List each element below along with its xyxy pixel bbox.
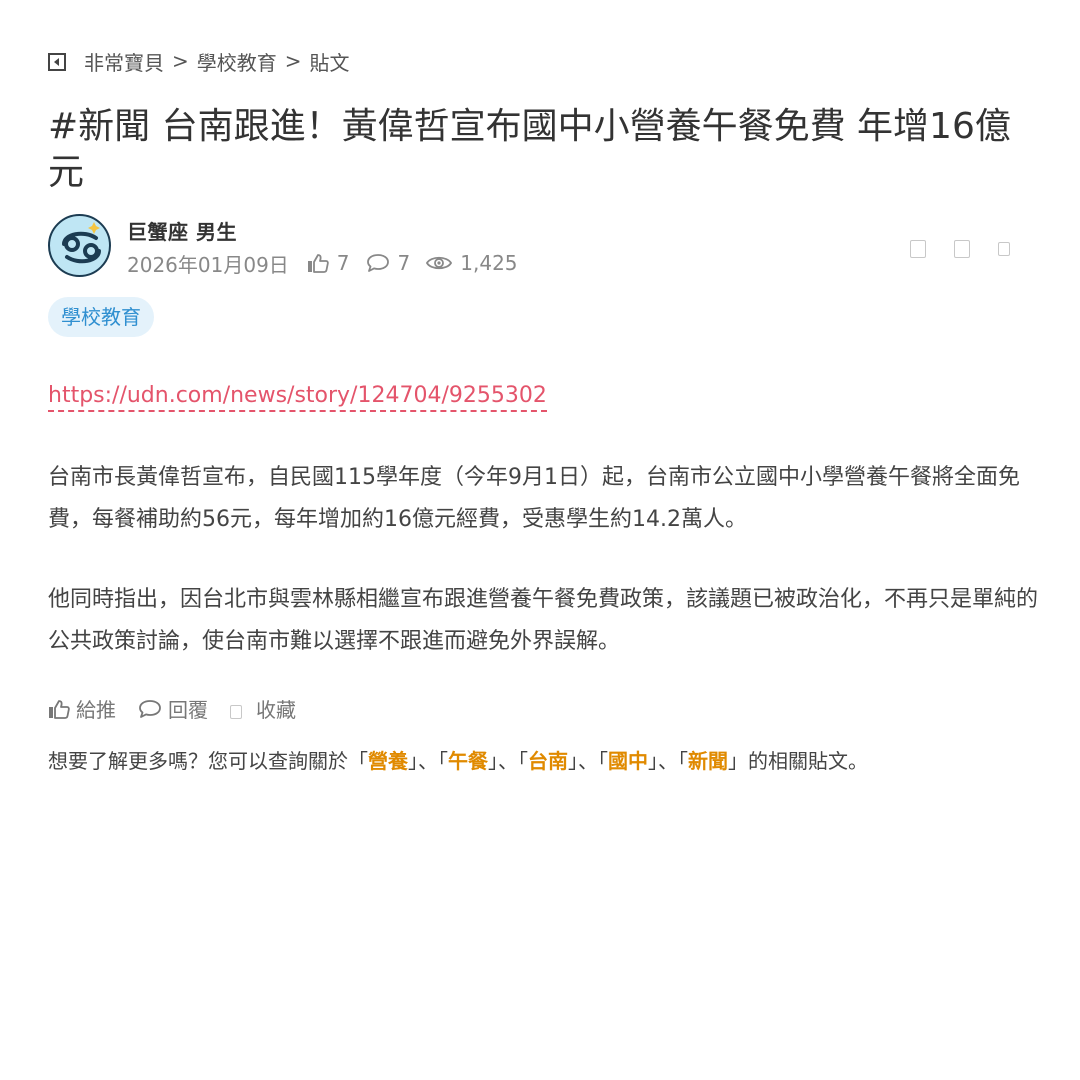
cancer-zodiac-icon: [62, 222, 101, 264]
speech-bubble-icon: [139, 699, 161, 718]
reply-button-label: 回覆: [168, 698, 208, 722]
view-count-value: 1,425: [460, 251, 518, 275]
post-date: 2026年01月09日: [127, 252, 289, 277]
related-prefix: 想要了解更多嗎？您可以查詢關於「: [48, 749, 368, 773]
like-count-value: 7: [336, 251, 350, 275]
related-separator: 」、「: [488, 749, 528, 773]
comment-count: 7: [366, 251, 411, 275]
like-count: 7: [307, 251, 350, 275]
breadcrumb-item-home[interactable]: 非常寶貝: [84, 47, 164, 76]
related-suffix: 」的相關貼文。: [728, 749, 868, 773]
breadcrumb-item-category[interactable]: 學校教育: [197, 47, 277, 76]
keyword-link[interactable]: 台南: [528, 749, 568, 773]
keyword-link[interactable]: 午餐: [448, 749, 488, 773]
related-separator: 」、「: [568, 749, 608, 773]
view-count: 1,425: [426, 251, 518, 275]
breadcrumb: 非常寶貝 > 學校教育 > 貼文: [48, 46, 350, 76]
post-meta: 2026年01月09日 7 7 1,425: [127, 250, 534, 277]
speech-bubble-icon: [366, 254, 389, 272]
back-square-icon[interactable]: [48, 52, 66, 71]
keyword-link[interactable]: 新聞: [688, 749, 728, 773]
news-link[interactable]: https://udn.com/news/story/124704/925530…: [48, 382, 547, 412]
thumbs-up-icon: [49, 699, 70, 719]
related-keywords: 想要了解更多嗎？您可以查詢關於「營養」、「午餐」、「台南」、「國中」、「新聞」的…: [48, 745, 868, 774]
breadcrumb-separator: >: [284, 49, 302, 73]
post-title: #新聞 台南跟進！黃偉哲宣布國中小營養午餐免費 年增16億元: [48, 106, 1011, 193]
more-icon[interactable]: [998, 242, 1010, 256]
share-icon[interactable]: [910, 240, 926, 258]
related-separator: 」、「: [648, 749, 688, 773]
avatar[interactable]: [48, 214, 111, 277]
post-paragraph: 台南市長黃偉哲宣布，自民國115學年度（今年9月1日）起，台南市公立國中小學營養…: [48, 465, 1020, 532]
breadcrumb-item-current: 貼文: [309, 50, 350, 75]
like-button-label: 給推: [76, 698, 116, 722]
related-separator: 」、「: [408, 749, 448, 773]
comment-count-value: 7: [397, 251, 411, 275]
post-paragraph: 他同時指出，因台北市與雲林縣相繼宣布跟進營養午餐免費政策，該議題已被政治化，不再…: [48, 587, 1039, 654]
bookmark-icon[interactable]: [954, 240, 970, 258]
save-button-label: 收藏: [256, 698, 296, 722]
post-toolbar: [910, 240, 1010, 258]
save-button[interactable]: 收藏: [230, 694, 296, 723]
category-tag[interactable]: 學校教育: [48, 297, 154, 337]
reply-button[interactable]: 回覆: [138, 694, 208, 723]
breadcrumb-separator: >: [172, 49, 189, 73]
like-button[interactable]: 給推: [48, 694, 116, 723]
bookmark-icon: [230, 704, 242, 719]
author-name[interactable]: 巨蟹座 男生: [127, 216, 237, 245]
thumbs-up-icon: [307, 254, 329, 273]
eye-icon: [426, 256, 453, 270]
keyword-link[interactable]: 國中: [608, 749, 648, 773]
keyword-link[interactable]: 營養: [368, 749, 408, 773]
post-actions: 給推 回覆 收藏: [48, 694, 318, 723]
